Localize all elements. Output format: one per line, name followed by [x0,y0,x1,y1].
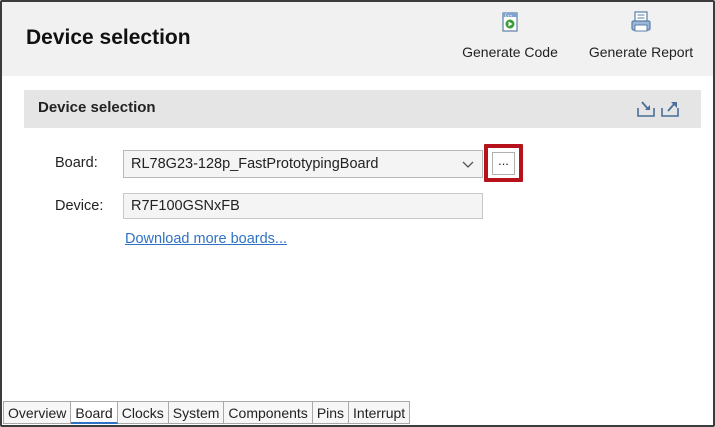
page-title: Device selection [26,26,191,49]
device-label: Device: [55,198,104,214]
generate-report-label: Generate Report [588,44,694,60]
section-title: Device selection [38,99,156,116]
chevron-down-icon [462,161,474,168]
generate-code-button[interactable]: C++ Generate Code [454,8,566,70]
generate-code-label: Generate Code [462,44,558,60]
generate-report-button[interactable]: Generate Report [578,8,704,70]
editor-header: Device selection C++ Generate Code Gener… [2,2,713,76]
tab-board[interactable]: Board [71,401,118,424]
board-select-value: RL78G23-128p_FastPrototypingBoard [131,156,379,172]
browse-board-button[interactable]: ... [492,152,515,175]
tab-components[interactable]: Components [224,401,313,424]
board-select[interactable]: RL78G23-128p_FastPrototypingBoard [123,150,483,178]
board-label: Board: [55,155,98,171]
generate-report-icon [631,11,651,32]
section-header: Device selection [24,90,701,128]
export-icon[interactable] [660,100,680,118]
editor-tab-bar: Overview Board Clocks System Components … [2,401,713,425]
import-icon[interactable] [636,100,656,118]
tab-overview[interactable]: Overview [3,401,72,424]
tab-interrupt[interactable]: Interrupt [349,401,411,424]
tab-pins[interactable]: Pins [312,401,350,424]
generate-code-icon: C++ [502,12,518,32]
tab-clocks[interactable]: Clocks [117,401,169,424]
svg-text:C++: C++ [505,13,513,18]
editor-frame: Device selection C++ Generate Code Gener… [0,0,715,427]
device-field[interactable] [123,193,483,219]
tab-system[interactable]: System [168,401,225,424]
download-more-boards-link[interactable]: Download more boards... [125,231,287,247]
